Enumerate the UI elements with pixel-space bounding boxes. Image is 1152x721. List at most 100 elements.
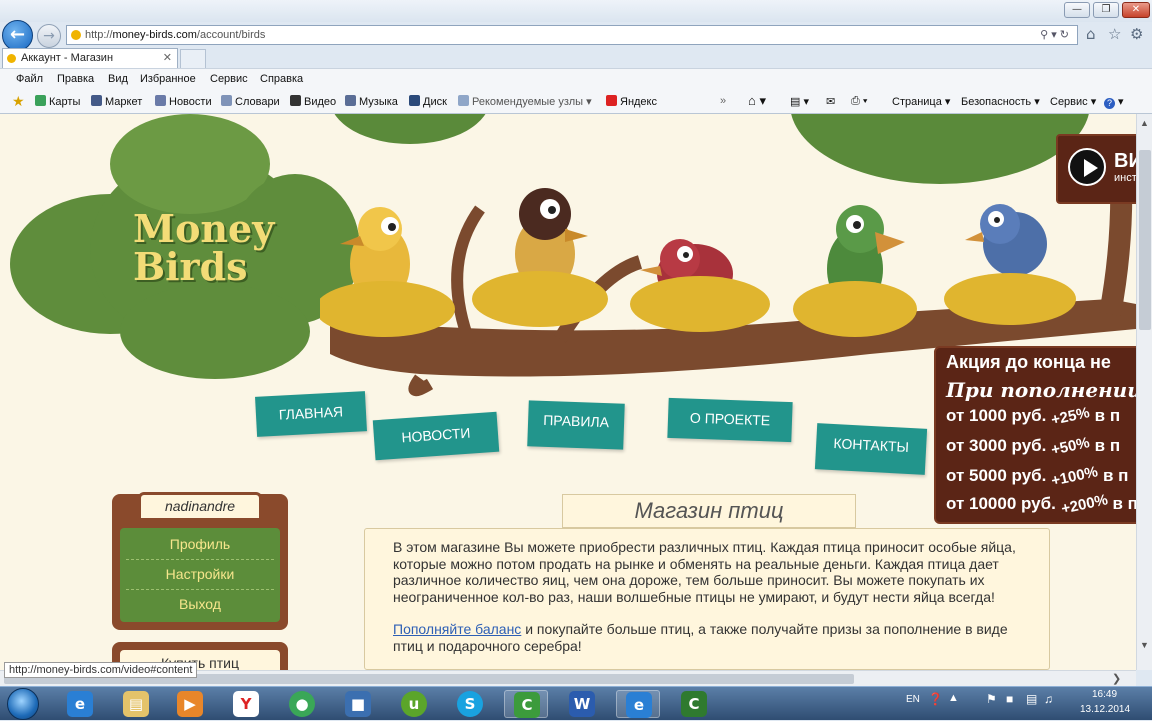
fav-suggested-sites[interactable]: Рекомендуемые узлы ▾ bbox=[458, 95, 592, 108]
help-tray-icon[interactable]: ❓ bbox=[928, 692, 943, 706]
menu-file[interactable]: Файл bbox=[16, 73, 43, 85]
scrollbar-thumb[interactable] bbox=[1139, 150, 1151, 330]
vertical-scrollbar[interactable]: ▲ ▼ bbox=[1136, 114, 1152, 670]
nav-rules[interactable]: ПРАВИЛА bbox=[527, 400, 625, 450]
taskbar-utorrent[interactable]: u bbox=[392, 690, 436, 718]
back-button[interactable]: ← bbox=[2, 20, 33, 51]
clock-time[interactable]: 16:49 bbox=[1092, 689, 1117, 700]
language-indicator[interactable]: EN bbox=[906, 694, 920, 705]
profile-link[interactable]: Профиль bbox=[120, 529, 280, 559]
promo-title: Акция до конца не bbox=[946, 352, 1111, 372]
taskbar-explorer[interactable]: ▤ bbox=[114, 690, 158, 718]
taskbar-camtasia[interactable]: C bbox=[504, 690, 548, 718]
logo[interactable]: Money Birds bbox=[133, 210, 274, 286]
tree-leaf-blob bbox=[120, 284, 310, 379]
media-player-icon: ▶ bbox=[177, 691, 203, 717]
video-label: ВИ bbox=[1114, 150, 1136, 172]
taskbar-media[interactable]: ▶ bbox=[168, 690, 212, 718]
taskbar-ie-active[interactable]: e bbox=[616, 690, 660, 718]
camtasia-icon: C bbox=[681, 691, 707, 717]
disk-icon bbox=[409, 95, 420, 106]
promo-row: от 1000 руб. +25% в п bbox=[946, 404, 1120, 429]
dictionaries-icon bbox=[221, 95, 232, 106]
bird-blue bbox=[965, 204, 1047, 276]
taskbar-word[interactable]: W bbox=[560, 690, 604, 718]
shop-title: Магазин птиц bbox=[562, 494, 856, 528]
scroll-right-icon[interactable]: ❯ bbox=[1112, 672, 1121, 685]
settings-gear-icon[interactable]: ⚙ bbox=[1130, 25, 1143, 43]
favorites-bar: ★ Карты Маркет Новости Словари Видео Муз… bbox=[0, 90, 1152, 114]
security-icon[interactable]: ■ bbox=[1006, 692, 1013, 706]
close-window-button[interactable]: ✕ bbox=[1122, 2, 1150, 18]
fav-label: Словари bbox=[235, 96, 280, 108]
nav-news[interactable]: НОВОСТИ bbox=[372, 411, 500, 461]
tab-close-icon[interactable]: ✕ bbox=[163, 49, 172, 68]
window-titlebar: — ❐ ✕ bbox=[0, 0, 1152, 22]
fav-maps[interactable]: Карты bbox=[35, 95, 80, 108]
menu-edit[interactable]: Правка bbox=[57, 73, 94, 85]
command-page[interactable]: Страница ▾ bbox=[892, 95, 950, 108]
favorites-star-icon[interactable]: ★ bbox=[12, 93, 25, 110]
address-bar[interactable]: http://money-birds.com/account/birds ⚲ ▾… bbox=[66, 25, 1078, 45]
menu-favorites[interactable]: Избранное bbox=[140, 73, 196, 85]
scroll-up-icon[interactable]: ▲ bbox=[1140, 118, 1149, 128]
forward-button[interactable]: → bbox=[37, 24, 61, 48]
maximize-button[interactable]: ❐ bbox=[1093, 2, 1119, 18]
help-icon[interactable]: ? ▾ bbox=[1104, 95, 1124, 109]
minimize-button[interactable]: — bbox=[1064, 2, 1090, 18]
fav-video[interactable]: Видео bbox=[290, 95, 336, 108]
fav-music[interactable]: Музыка bbox=[345, 95, 398, 108]
fav-news[interactable]: Новости bbox=[155, 95, 212, 108]
taskbar-app[interactable]: ■ bbox=[336, 690, 380, 718]
print-icon[interactable]: ⎙ ▾ bbox=[851, 95, 867, 108]
promo-tail: в п bbox=[1112, 494, 1136, 513]
menu-view[interactable]: Вид bbox=[108, 73, 128, 85]
tab-account-shop[interactable]: Аккаунт - Магазин ✕ bbox=[2, 48, 178, 68]
chevron-more-icon[interactable]: » bbox=[720, 95, 726, 107]
taskbar-yandex[interactable]: Y bbox=[224, 690, 268, 718]
promo-bonus: +100% bbox=[1049, 463, 1100, 490]
promo-row: от 5000 руб. +100% в п bbox=[946, 463, 1128, 490]
play-icon bbox=[1068, 148, 1106, 186]
promo-bonus: +25% bbox=[1049, 404, 1092, 429]
network-icon[interactable]: ▤ bbox=[1026, 692, 1037, 706]
top-up-balance-link[interactable]: Пополняйте баланс bbox=[393, 621, 521, 637]
nav-home[interactable]: ГЛАВНАЯ bbox=[255, 391, 367, 437]
menu-tools[interactable]: Сервис bbox=[210, 73, 248, 85]
promo-amount: от 5000 руб. bbox=[946, 466, 1047, 485]
flag-icon[interactable]: ⚑ bbox=[986, 692, 997, 706]
video-instruction-sign[interactable]: ВИ инст bbox=[1056, 134, 1136, 204]
nav-about[interactable]: О ПРОЕКТЕ bbox=[667, 397, 793, 443]
home-icon[interactable]: ⌂ bbox=[1086, 25, 1096, 43]
command-tools[interactable]: Сервис ▾ bbox=[1050, 95, 1096, 108]
address-tools-icon[interactable]: ⚲ ▾ ↻ bbox=[1040, 26, 1069, 44]
nav-contacts[interactable]: КОНТАКТЫ bbox=[814, 423, 928, 475]
taskbar-skype[interactable]: S bbox=[448, 690, 492, 718]
taskbar-ie[interactable]: e bbox=[58, 690, 102, 718]
yandex-icon bbox=[606, 95, 617, 106]
rss-feed-icon[interactable]: ▤ ▾ bbox=[790, 95, 809, 108]
menu-help[interactable]: Справка bbox=[260, 73, 303, 85]
fav-disk[interactable]: Диск bbox=[409, 95, 447, 108]
clock-date[interactable]: 13.12.2014 bbox=[1080, 704, 1130, 715]
tray-arrow-icon[interactable]: ▲ bbox=[948, 692, 959, 704]
new-tab-button[interactable] bbox=[180, 49, 206, 68]
home-menu-icon[interactable]: ⌂ ▾ bbox=[748, 93, 766, 109]
fav-market[interactable]: Маркет bbox=[91, 95, 142, 108]
start-button[interactable] bbox=[4, 687, 42, 721]
command-safety[interactable]: Безопасность ▾ bbox=[961, 95, 1040, 108]
tab-favicon-icon bbox=[7, 54, 16, 63]
mail-icon[interactable]: ✉ bbox=[826, 95, 835, 108]
taskbar-chrome[interactable]: ● bbox=[280, 690, 324, 718]
fav-yandex[interactable]: Яндекс bbox=[606, 95, 657, 108]
settings-link[interactable]: Настройки bbox=[120, 559, 280, 589]
scroll-down-icon[interactable]: ▼ bbox=[1140, 640, 1149, 650]
volume-icon[interactable]: ♫ bbox=[1044, 692, 1053, 706]
video-icon bbox=[290, 95, 301, 106]
birds-on-nests-graphic bbox=[320, 188, 1076, 337]
logout-link[interactable]: Выход bbox=[120, 589, 280, 619]
taskbar-camtasia-2[interactable]: C bbox=[672, 690, 716, 718]
favorites-star-icon[interactable]: ☆ bbox=[1108, 25, 1121, 43]
skype-icon: S bbox=[457, 691, 483, 717]
fav-dictionaries[interactable]: Словари bbox=[221, 95, 280, 108]
